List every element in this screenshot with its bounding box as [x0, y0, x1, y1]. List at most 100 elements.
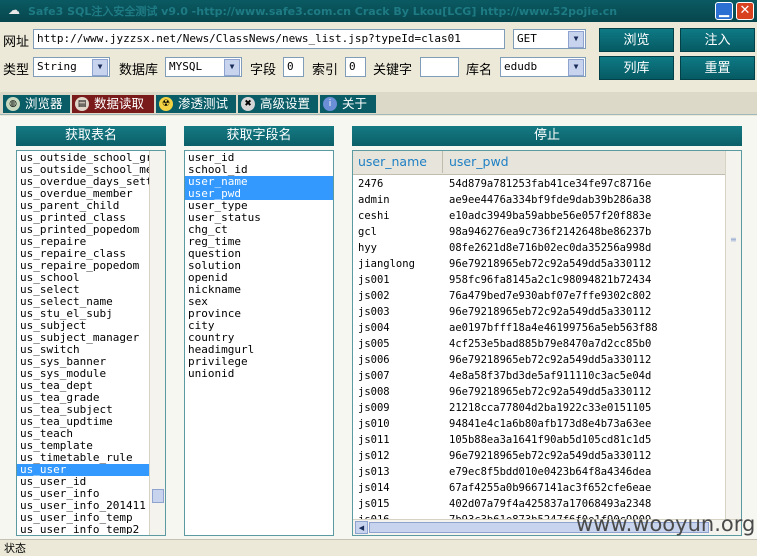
tab-advanced[interactable]: ✖ 高级设置: [238, 95, 318, 113]
table-list-item[interactable]: us_tea_dept: [17, 380, 149, 392]
reset-button[interactable]: 重置: [680, 56, 755, 80]
column-header-user-pwd[interactable]: user_pwd: [449, 151, 509, 173]
table-row[interactable]: js002 76a479bed7e930abf07e7ffe9302c802: [353, 288, 725, 304]
field-list-item[interactable]: sex: [185, 296, 333, 308]
scroll-left-icon[interactable]: ◀: [355, 521, 368, 534]
field-list-item[interactable]: school_id: [185, 164, 333, 176]
table-list-item[interactable]: us_tea_updtime: [17, 416, 149, 428]
table-list-item[interactable]: us_sys_banner: [17, 356, 149, 368]
column-header-user-name[interactable]: user_name: [358, 151, 427, 173]
table-list-item[interactable]: us_template: [17, 440, 149, 452]
field-list-item[interactable]: openid: [185, 272, 333, 284]
grid-vertical-scrollbar[interactable]: ≡: [725, 151, 741, 519]
table-list-item[interactable]: us_teach: [17, 428, 149, 440]
minimize-button[interactable]: ▁: [715, 2, 733, 20]
table-list-item[interactable]: us_user_info_temp2: [17, 524, 149, 534]
table-list-item[interactable]: us_printed_class: [17, 212, 149, 224]
chevron-down-icon[interactable]: ▼: [568, 59, 584, 76]
table-row[interactable]: js008 96e79218965eb72c92a549dd5a330112: [353, 384, 725, 400]
table-row[interactable]: js006 96e79218965eb72c92a549dd5a330112: [353, 352, 725, 368]
field-list-item[interactable]: user_name: [185, 176, 333, 188]
table-list-item[interactable]: us_user: [17, 464, 149, 476]
field-list-item[interactable]: unionid: [185, 368, 333, 380]
chevron-down-icon[interactable]: ▼: [92, 59, 108, 76]
scroll-thumb[interactable]: [152, 489, 164, 503]
table-row[interactable]: js007 4e8a58f37bd3de5af911110c3ac5e04d: [353, 368, 725, 384]
db-select[interactable]: MYSQL ▼: [165, 57, 242, 77]
table-list-item[interactable]: us_select: [17, 284, 149, 296]
tab-data-read[interactable]: ▤ 数据读取: [72, 95, 154, 113]
table-list-item[interactable]: us_outside_school_memb: [17, 164, 149, 176]
list-db-button[interactable]: 列库: [599, 56, 674, 80]
field-list-item[interactable]: city: [185, 320, 333, 332]
table-row[interactable]: ceshi e10adc3949ba59abbe56e057f20f883e: [353, 208, 725, 224]
table-list-item[interactable]: us_select_name: [17, 296, 149, 308]
browse-button[interactable]: 浏览: [599, 28, 674, 52]
table-list-item[interactable]: us_sys_module: [17, 368, 149, 380]
table-row[interactable]: 2476 54d879a781253fab41ce34fe97c8716e: [353, 176, 725, 192]
table-list-item[interactable]: us_parent_child: [17, 200, 149, 212]
table-row[interactable]: admin ae9ee4476a334bf9fde9dab39b286a38: [353, 192, 725, 208]
table-list-item[interactable]: us_tea_grade: [17, 392, 149, 404]
table-list-item[interactable]: us_user_info_201411: [17, 500, 149, 512]
table-row[interactable]: js003 96e79218965eb72c92a549dd5a330112: [353, 304, 725, 320]
table-list-item[interactable]: us_tea_subject: [17, 404, 149, 416]
get-tables-button[interactable]: 获取表名: [16, 126, 166, 146]
chevron-down-icon[interactable]: ▼: [568, 31, 584, 48]
table-row[interactable]: js001 958fc96fa8145a2c1c98094821b72434: [353, 272, 725, 288]
table-list-item[interactable]: us_school: [17, 272, 149, 284]
table-list-item[interactable]: us_repaire: [17, 236, 149, 248]
stop-button[interactable]: 停止: [352, 126, 742, 146]
tab-pentest[interactable]: ☢ 渗透测试: [156, 95, 236, 113]
table-list-item[interactable]: us_user_info_temp: [17, 512, 149, 524]
table-list-item[interactable]: us_repaire_popedom: [17, 260, 149, 272]
table-list-item[interactable]: us_timetable_rule: [17, 452, 149, 464]
field-list-item[interactable]: solution: [185, 260, 333, 272]
table-list-item[interactable]: us_stu_el_subj: [17, 308, 149, 320]
field-list-item[interactable]: headimgurl: [185, 344, 333, 356]
method-select[interactable]: GET ▼: [513, 29, 586, 49]
dbname-select[interactable]: edudb ▼: [500, 57, 586, 77]
field-list-item[interactable]: nickname: [185, 284, 333, 296]
index-input[interactable]: 0: [345, 57, 366, 77]
inject-button[interactable]: 注入: [680, 28, 755, 52]
table-list-item[interactable]: us_subject_manager: [17, 332, 149, 344]
table-list-item[interactable]: us_outside_school_grou: [17, 152, 149, 164]
keyword-input[interactable]: [420, 57, 459, 77]
tab-about[interactable]: i 关于: [320, 95, 376, 113]
get-fields-button[interactable]: 获取字段名: [184, 126, 334, 146]
table-list-item[interactable]: us_user_id: [17, 476, 149, 488]
field-list-item[interactable]: reg_time: [185, 236, 333, 248]
table-list-item[interactable]: us_overdue_days_settin: [17, 176, 149, 188]
field-list-item[interactable]: user_type: [185, 200, 333, 212]
table-list-item[interactable]: us_overdue_member: [17, 188, 149, 200]
field-list-item[interactable]: privilege: [185, 356, 333, 368]
table-list-item[interactable]: us_user_info: [17, 488, 149, 500]
table-row[interactable]: js004 ae0197bfff18a4e46199756a5eb563f88: [353, 320, 725, 336]
table-row[interactable]: js011 105b88ea3a1641f90ab5d105cd81c1d5: [353, 432, 725, 448]
table-list-item[interactable]: us_switch: [17, 344, 149, 356]
field-list-item[interactable]: user_id: [185, 152, 333, 164]
field-list-item[interactable]: country: [185, 332, 333, 344]
table-row[interactable]: js005 4cf253e5bad885b79e8470a7d2cc85b0: [353, 336, 725, 352]
tab-browser[interactable]: ◍ 浏览器: [3, 95, 70, 113]
table-row[interactable]: js015 402d07a79f4a425837a17068493a2348: [353, 496, 725, 512]
table-row[interactable]: js014 67af4255a0b9667141ac3f652cfe6eae: [353, 480, 725, 496]
field-list-item[interactable]: chg_ct: [185, 224, 333, 236]
tables-scrollbar[interactable]: [149, 151, 165, 535]
field-list-item[interactable]: province: [185, 308, 333, 320]
table-row[interactable]: js010 94841e4c1a6b80afb173d8e4b73a63ee: [353, 416, 725, 432]
table-row[interactable]: jianglong 96e79218965eb72c92a549dd5a33011…: [353, 256, 725, 272]
close-button[interactable]: ✕: [736, 2, 754, 20]
table-row[interactable]: js012 96e79218965eb72c92a549dd5a330112: [353, 448, 725, 464]
table-list-item[interactable]: us_repaire_class: [17, 248, 149, 260]
field-count-input[interactable]: 0: [283, 57, 304, 77]
field-list-item[interactable]: user_status: [185, 212, 333, 224]
table-row[interactable]: js013 e79ec8f5bdd010e0423b64f8a4346dea: [353, 464, 725, 480]
url-input[interactable]: http://www.jyzzsx.net/News/ClassNews/new…: [33, 29, 505, 49]
table-row[interactable]: gcl 98a946276ea9c736f2142648be86237b: [353, 224, 725, 240]
chevron-down-icon[interactable]: ▼: [224, 59, 240, 76]
table-row[interactable]: hyy 08fe2621d8e716b02ec0da35256a998d: [353, 240, 725, 256]
field-list-item[interactable]: question: [185, 248, 333, 260]
table-list-item[interactable]: us_subject: [17, 320, 149, 332]
